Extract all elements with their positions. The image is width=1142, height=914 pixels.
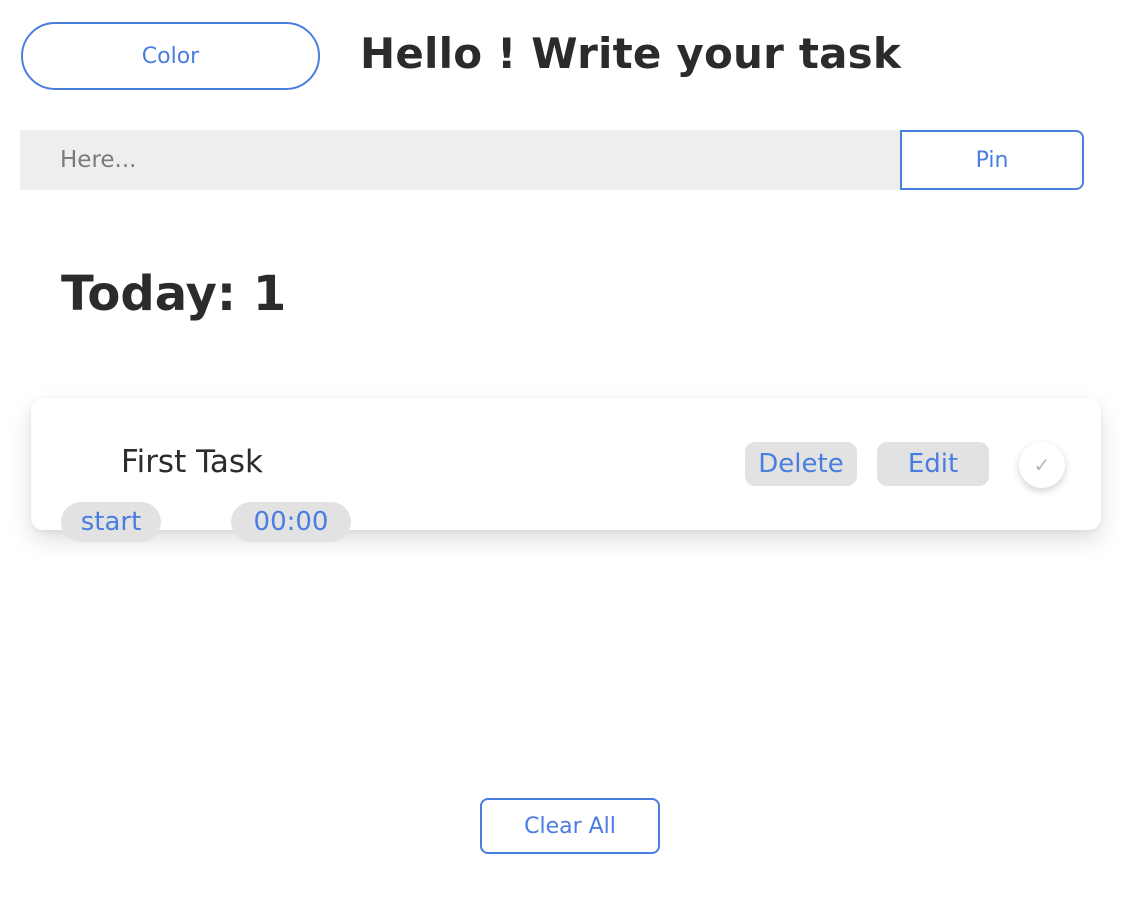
- start-button[interactable]: start: [61, 502, 161, 542]
- clear-all-button[interactable]: Clear All: [480, 798, 660, 854]
- task-input[interactable]: [20, 130, 902, 190]
- pin-button[interactable]: Pin: [900, 130, 1084, 190]
- today-heading: Today: 1: [61, 266, 287, 322]
- page-title: Hello ! Write your task: [360, 29, 901, 78]
- task-name: First Task: [121, 444, 263, 480]
- edit-button[interactable]: Edit: [877, 442, 989, 486]
- color-button[interactable]: Color: [21, 22, 320, 90]
- timer-display: 00:00: [231, 502, 351, 542]
- page: Color Hello ! Write your task Pin Today:…: [0, 0, 1142, 914]
- check-icon: ✓: [1033, 453, 1051, 477]
- delete-button[interactable]: Delete: [745, 442, 857, 486]
- task-card: First Task Delete Edit ✓ start 00:00: [31, 398, 1101, 542]
- complete-toggle[interactable]: ✓: [1019, 442, 1065, 488]
